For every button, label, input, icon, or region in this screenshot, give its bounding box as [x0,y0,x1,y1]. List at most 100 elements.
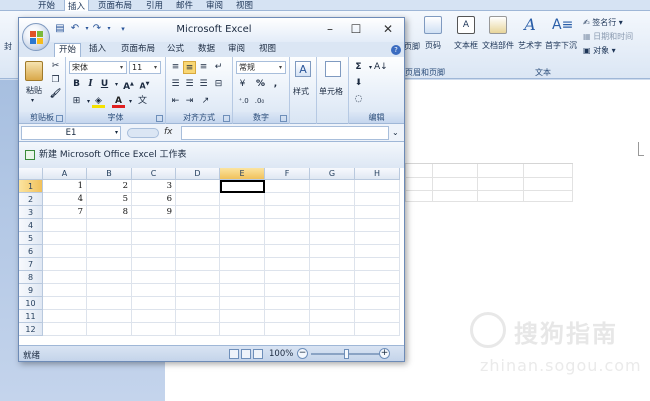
align-middle-icon[interactable]: ≡ [183,61,196,74]
row-header[interactable]: 12 [19,323,43,336]
zoom-in-icon[interactable]: + [379,348,390,359]
zoom-out-icon[interactable]: − [297,348,308,359]
word-textbox-button[interactable]: A 文本框 [452,16,480,51]
alignment-launcher-icon[interactable] [223,115,230,122]
cell[interactable] [310,206,355,219]
row-header[interactable]: 7 [19,258,43,271]
cell[interactable] [87,271,132,284]
cell[interactable] [132,310,176,323]
cell[interactable]: 1 [43,180,87,193]
cell[interactable] [310,232,355,245]
shrink-font-button[interactable]: A▼ [138,78,151,91]
zoom-slider-thumb[interactable] [344,349,349,359]
cell[interactable] [265,219,310,232]
page-break-view-icon[interactable] [253,349,263,359]
cell[interactable] [43,323,87,336]
cell[interactable] [310,245,355,258]
grow-font-button[interactable]: A▲ [122,78,135,92]
row-header[interactable]: 10 [19,297,43,310]
styles-button[interactable]: 样式 [293,86,309,97]
cell[interactable]: 9 [132,206,176,219]
cell[interactable] [176,245,220,258]
word-tab-view[interactable]: 视图 [236,0,253,11]
cell[interactable] [132,271,176,284]
decrease-decimal-icon[interactable]: .0₀ [253,95,266,108]
cell[interactable] [132,245,176,258]
cell[interactable]: 4 [43,193,87,206]
cell[interactable] [176,206,220,219]
cell[interactable] [220,258,265,271]
cell[interactable] [220,310,265,323]
help-icon[interactable]: ? [391,45,401,55]
format-painter-icon[interactable]: 🖌 [49,88,62,101]
redo-icon[interactable]: ↷ [91,23,103,35]
cell[interactable] [220,232,265,245]
paste-button[interactable]: 粘贴 [26,85,42,96]
word-datetime-button[interactable]: ▦ 日期和时间 [583,31,633,42]
cell[interactable] [176,180,220,193]
word-object-button[interactable]: ▣ 对象 ▾ [583,45,616,56]
phonetic-icon[interactable]: 文 [136,95,149,108]
row-header[interactable]: 2 [19,193,43,206]
minimize-icon[interactable]: – [317,21,343,37]
cell[interactable] [310,180,355,193]
tab-home[interactable]: 开始 [54,43,82,57]
insert-function-button[interactable]: fx [164,127,178,139]
cell[interactable] [265,232,310,245]
cell[interactable] [132,323,176,336]
row-header[interactable]: 5 [19,232,43,245]
row-header[interactable]: 8 [19,271,43,284]
cell[interactable] [220,297,265,310]
word-tab-mailings[interactable]: 邮件 [176,0,193,11]
cell[interactable] [87,323,132,336]
cell[interactable] [355,310,400,323]
align-left-icon[interactable]: ☰ [169,78,182,91]
cell[interactable] [220,219,265,232]
cell[interactable]: 5 [87,193,132,206]
tab-view[interactable]: 视图 [255,43,280,57]
tab-page-layout[interactable]: 页面布局 [117,43,159,57]
cell[interactable] [355,245,400,258]
row-header[interactable]: 4 [19,219,43,232]
cell[interactable]: 3 [132,180,176,193]
name-box[interactable]: E1 ▾ [21,126,121,140]
cell[interactable] [132,284,176,297]
spreadsheet-grid[interactable]: A B C D E F G H 1 1 2 3 2 4 5 6 3 7 8 9 4 5 6 7 8 9 10 11 12 [19,168,404,342]
select-all-corner[interactable] [19,168,43,180]
close-icon[interactable]: ✕ [375,21,401,37]
word-tab-page-layout[interactable]: 页面布局 [98,0,132,11]
column-header[interactable]: F [265,168,310,180]
active-cell[interactable] [220,180,265,193]
tab-data[interactable]: 数据 [194,43,219,57]
word-tab-review[interactable]: 审阅 [206,0,223,11]
cell[interactable] [265,258,310,271]
cell[interactable] [132,258,176,271]
cell[interactable] [43,297,87,310]
cell[interactable] [176,219,220,232]
row-header[interactable]: 11 [19,310,43,323]
word-quick-parts-button[interactable]: 文档部件 [480,16,516,51]
expand-formula-bar-icon[interactable]: ⌄ [392,128,399,137]
cell[interactable] [265,310,310,323]
tab-insert[interactable]: 插入 [85,43,110,57]
cell[interactable] [43,284,87,297]
cell[interactable] [132,219,176,232]
word-page-number-button[interactable]: 页码 [418,16,448,51]
maximize-icon[interactable]: ☐ [343,21,369,37]
row-header[interactable]: 1 [19,180,43,193]
column-header[interactable]: B [87,168,132,180]
cell[interactable] [355,232,400,245]
number-launcher-icon[interactable] [280,115,287,122]
cell[interactable] [132,232,176,245]
italic-button[interactable]: I [84,78,97,91]
row-header[interactable]: 9 [19,284,43,297]
word-embedded-table[interactable] [405,163,573,202]
word-cover-button[interactable]: 封 [4,41,12,52]
cell[interactable] [355,323,400,336]
cell[interactable] [87,258,132,271]
word-signature-line-button[interactable]: ✍ 签名行 ▾ [583,17,623,28]
save-icon[interactable]: ▤ [54,23,66,35]
undo-icon[interactable]: ↶ [69,23,81,35]
currency-icon[interactable]: ¥ [236,78,249,91]
cell[interactable] [265,284,310,297]
